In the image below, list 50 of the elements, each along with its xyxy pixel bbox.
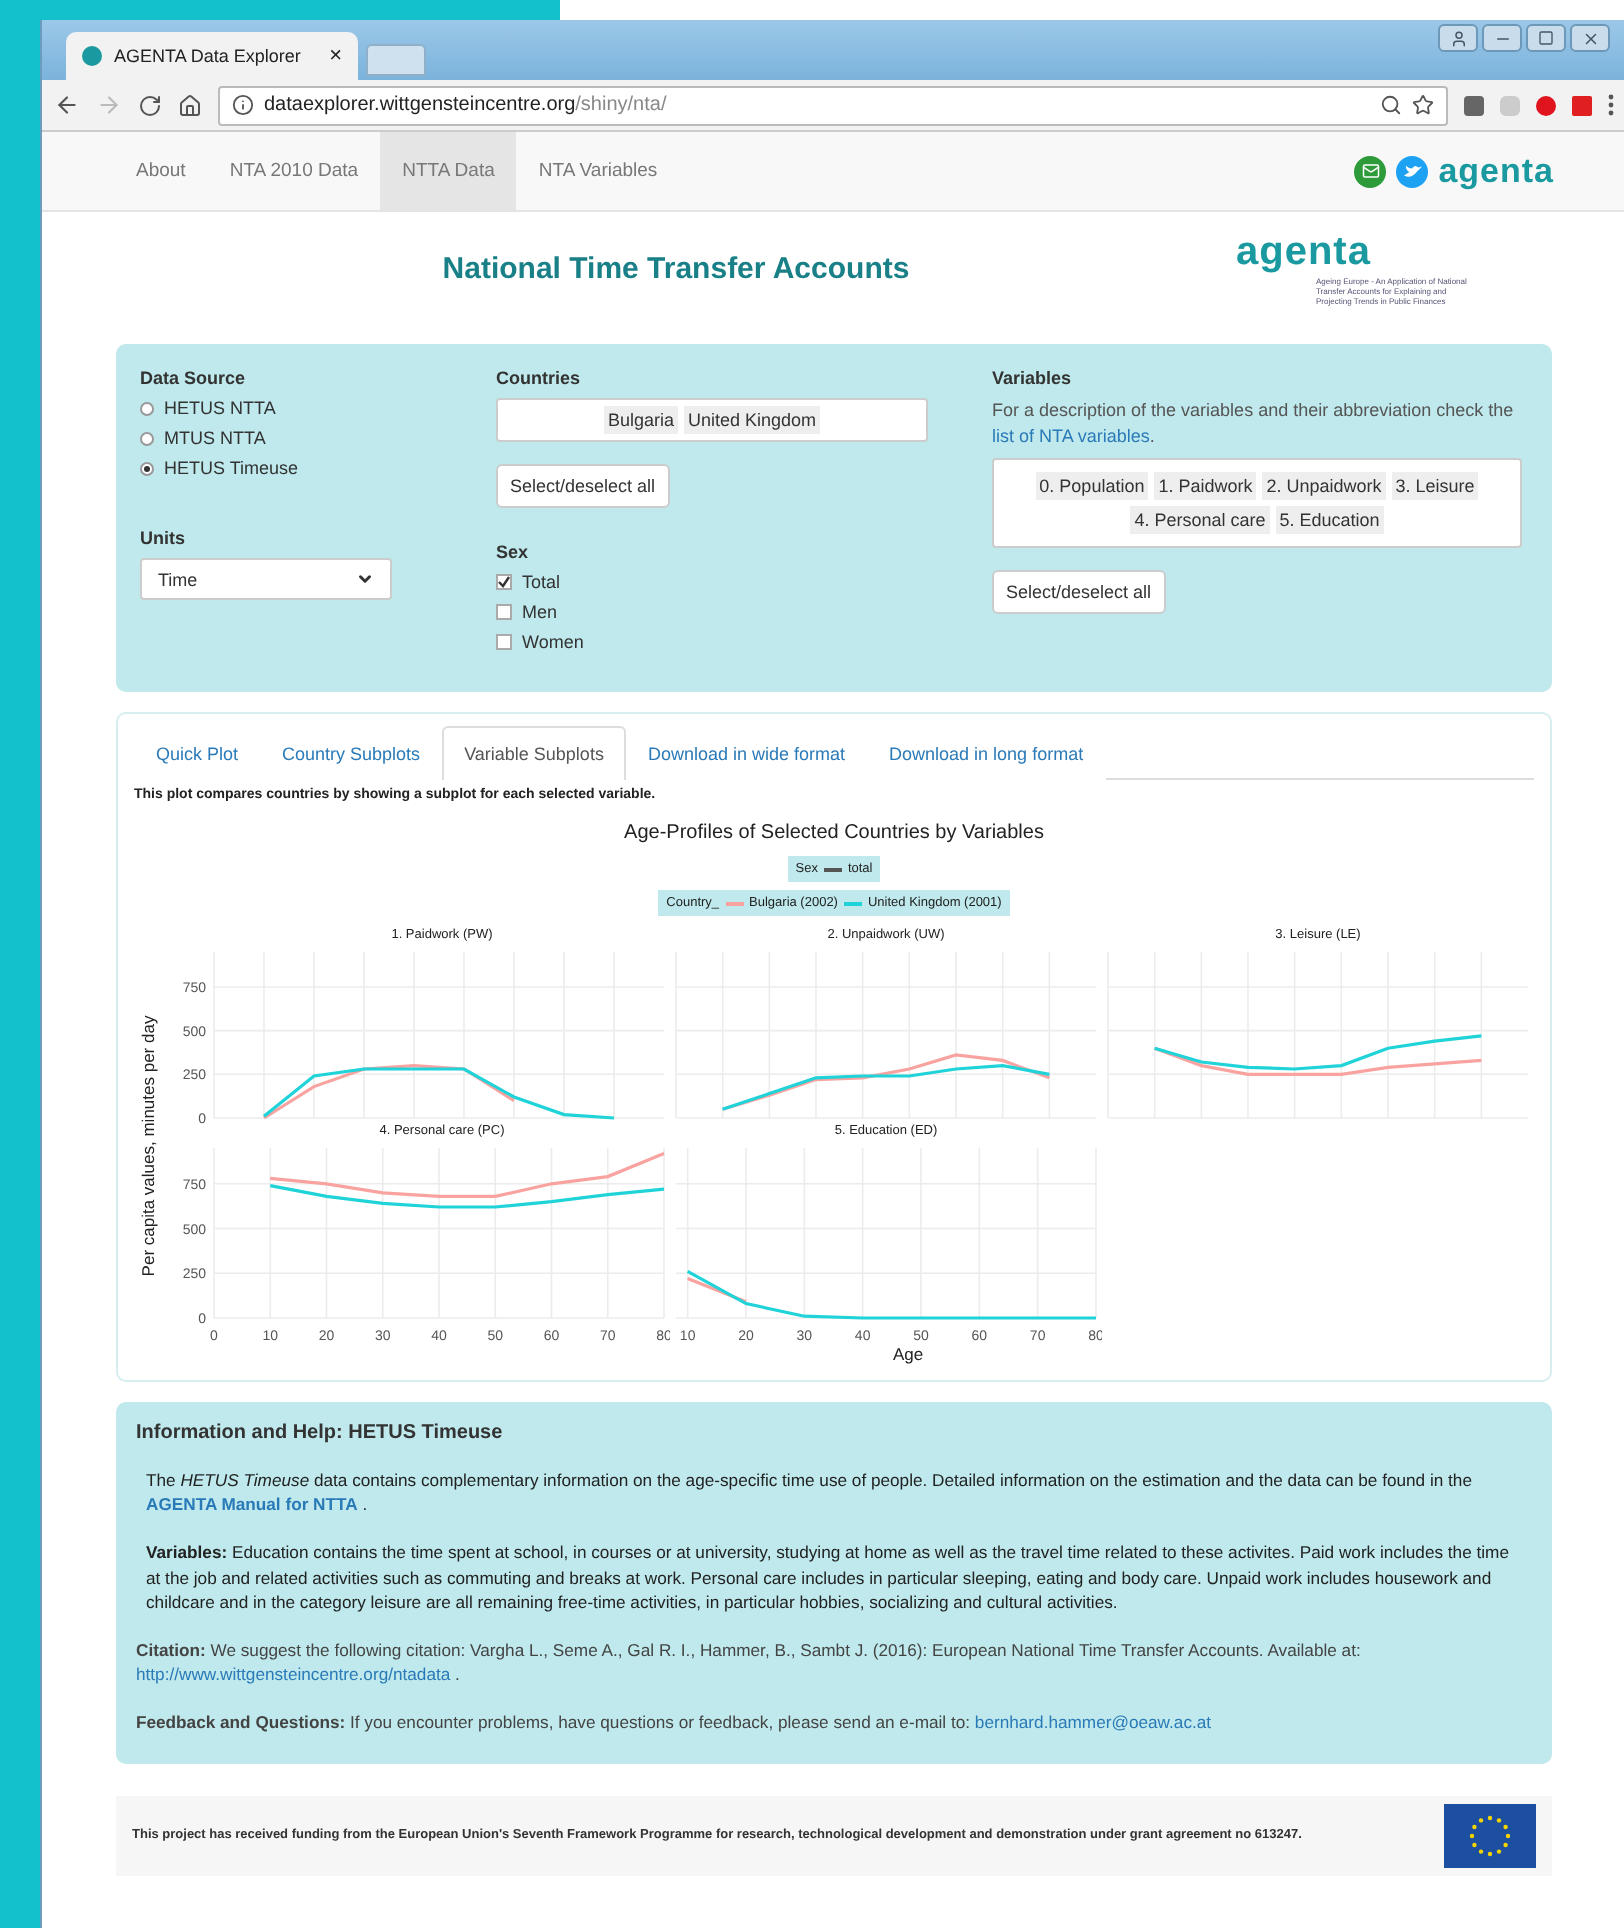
variable-tag[interactable]: 4. Personal care — [1130, 506, 1270, 535]
logo-text: agenta — [1236, 229, 1371, 276]
variables-description: For a description of the variables and their abbreviation check the list of NTA variables. — [992, 398, 1516, 449]
browser-tab[interactable]: AGENTA Data Explorer × — [66, 32, 358, 80]
countries-field[interactable]: Bulgaria United Kingdom — [496, 398, 928, 442]
info-paragraph: Feedback and Questions: If you encounter problems, have questions or feedback, please send an e-mail to: bernhard.hammer@oeaw.ac.at — [136, 1710, 1214, 1736]
chart-title: Age-Profiles of Selected Countries by Variables — [622, 822, 1046, 844]
nav-link[interactable]: About — [114, 132, 208, 210]
variable-tag[interactable]: 2. Unpaidwork — [1262, 472, 1386, 501]
info-paragraph: Citation: We suggest the following citation: Vargha L., Seme A., Gal R. I., Hammer, B., Sambt J. (2016): European National Time Transfer Accounts. Available at: http://www.wittgensteincentre.org/ntadata . — [136, 1638, 1363, 1687]
link[interactable]: http://www.wittgensteincentre.org/ntadata — [136, 1664, 451, 1685]
country-tag[interactable]: United Kingdom — [683, 406, 821, 434]
nav-link[interactable]: NTTA Data — [380, 132, 517, 210]
variable-tag[interactable]: 0. Population — [1035, 472, 1149, 501]
variable-tag[interactable]: 3. Leisure — [1391, 472, 1479, 501]
link[interactable]: bernhard.hammer@oeaw.ac.at — [974, 1712, 1212, 1733]
field-label: Units — [140, 528, 187, 548]
nav-link[interactable]: NTA 2010 Data — [207, 132, 381, 210]
field-label: Sex — [496, 542, 531, 562]
variable-tag[interactable]: 1. Paidwork — [1154, 472, 1257, 501]
variables-field[interactable]: 0. Population 1. Paidwork 2. Unpaidwork 3. Leisure 4. Personal care 5. Education — [992, 458, 1522, 549]
info-paragraph: Variables: Education contains the time spent at school, in courses or at university, studying at home as well as the travel time related to these activites. Paid work includes the time at the job and related activities such as commuting and breaks at work. Personal care includes in particular sleeping, eating and body care. Unpaid work includes housework and childcare and in the category leisure are all remaining free-time activities, in particular hobbies, socializing and cultural activities. — [146, 1540, 1511, 1615]
radio-option[interactable]: MTUS NTTA — [140, 428, 472, 448]
variable-tag[interactable]: 5. Education — [1275, 506, 1384, 535]
radio-option[interactable]: HETUS NTTA — [140, 398, 472, 418]
link[interactable]: AGENTA Manual for NTTA — [146, 1494, 358, 1515]
axis-title: Per capita values, minutes per day — [138, 1015, 158, 1277]
field-label: Countries — [496, 368, 583, 388]
page-title: National Time Transfer Accounts — [440, 251, 912, 285]
units-select[interactable]: Time — [140, 558, 392, 600]
address-bar[interactable]: dataexplorer.wittgensteincentre.org/shiny/nta/ — [218, 85, 1448, 125]
url-path: /shiny/nta/ — [575, 94, 669, 116]
country-tag[interactable]: Bulgaria — [603, 406, 678, 434]
field-label: Data Source — [140, 368, 248, 388]
checkbox-option[interactable]: Women — [496, 632, 968, 652]
close-button[interactable]: × — [329, 44, 342, 68]
tab[interactable]: Variable Subplots — [442, 726, 626, 780]
select-all-button[interactable]: Select/deselect all — [992, 570, 1166, 615]
link[interactable]: list of NTA variables — [992, 425, 1150, 446]
select-all-button[interactable]: Select/deselect all — [496, 464, 670, 508]
checkbox-option[interactable]: Men — [496, 602, 968, 622]
checkbox-option[interactable]: Total — [496, 572, 968, 592]
info-paragraph: The HETUS Timeuse data contains complementary information on the age-specific time use of people. Detailed information on the estimation and the data can be found in the AGENTA Manual for NTTA . — [146, 1468, 1474, 1517]
nav-link[interactable]: NTA Variables — [516, 132, 680, 210]
url-host: dataexplorer.wittgensteincentre.org — [264, 94, 576, 116]
tab-title: AGENTA Data Explorer — [114, 46, 303, 66]
radio-option[interactable]: HETUS Timeuse — [140, 458, 472, 478]
info-title: Information and Help: HETUS Timeuse — [136, 1422, 505, 1444]
axis-title: Age — [892, 1344, 924, 1364]
field-label: Variables — [992, 368, 1074, 388]
